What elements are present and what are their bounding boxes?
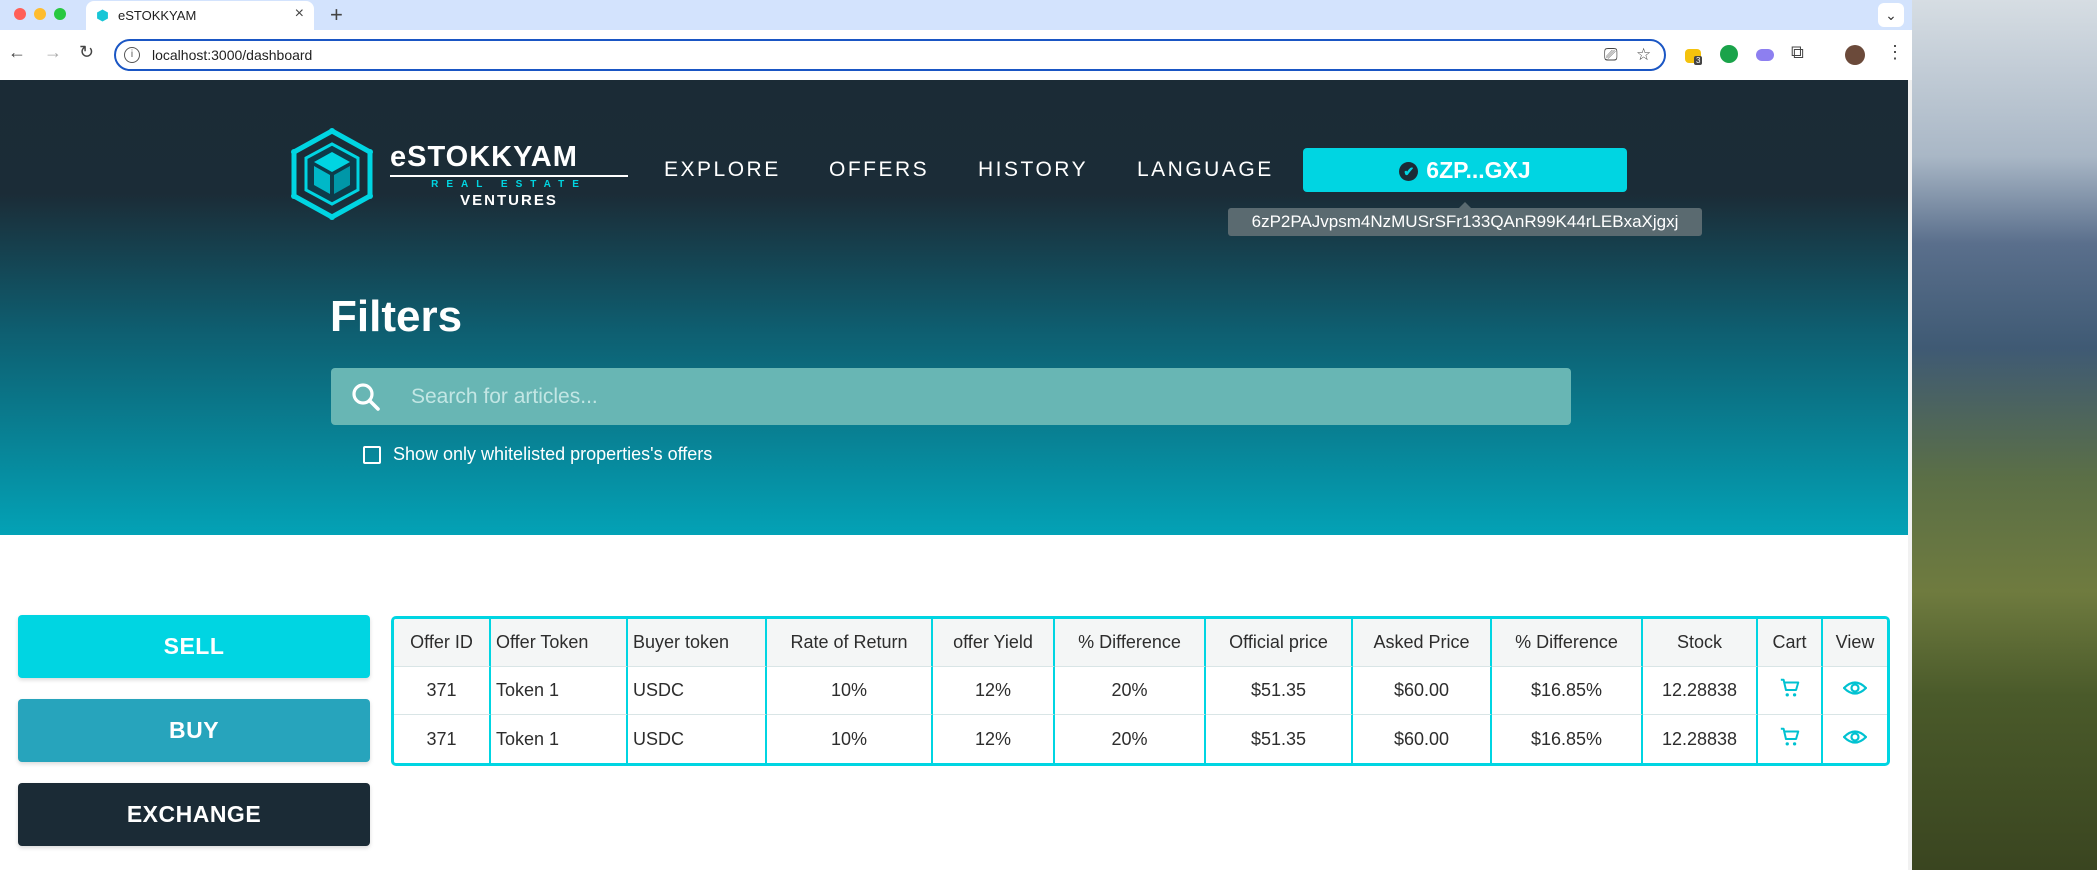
cell-stock: 12.28838 xyxy=(1643,715,1758,763)
cell-buyer-token: USDC xyxy=(628,715,767,763)
col-offer-id: Offer ID xyxy=(394,619,491,667)
search-input[interactable] xyxy=(409,380,1513,414)
cell-pct-difference-1: 20% xyxy=(1055,667,1206,715)
buy-button[interactable]: BUY xyxy=(18,699,370,762)
desktop-wallpaper xyxy=(1912,0,2097,870)
extensions-puzzle-icon[interactable]: ⧉ xyxy=(1791,42,1804,63)
search-bar xyxy=(331,368,1571,425)
estokkyam-logo-icon xyxy=(291,128,373,220)
cell-cart xyxy=(1758,715,1823,763)
new-tab-button[interactable]: + xyxy=(330,2,343,28)
extension-check-icon[interactable] xyxy=(1720,45,1738,63)
extension-cloud-icon[interactable] xyxy=(1756,49,1774,61)
cell-cart xyxy=(1758,667,1823,715)
table-row: 371 Token 1 USDC 10% 12% 20% $51.35 $60.… xyxy=(394,667,1887,715)
filters-title: Filters xyxy=(330,292,463,341)
offers-table: Offer ID Offer Token Buyer token Rate of… xyxy=(391,616,1890,766)
whitelist-checkbox[interactable] xyxy=(363,446,381,464)
cart-icon[interactable] xyxy=(1779,726,1801,748)
cell-asked-price: $60.00 xyxy=(1353,715,1492,763)
cell-rate-of-return: 10% xyxy=(767,715,933,763)
cell-official-price: $51.35 xyxy=(1206,715,1353,763)
cast-icon[interactable]: ⎚ xyxy=(1604,45,1618,65)
extension-badge-count: 3 xyxy=(1694,56,1703,65)
window-zoom-button[interactable] xyxy=(54,8,66,20)
forward-icon[interactable]: → xyxy=(44,42,62,63)
nav-history[interactable]: HISTORY xyxy=(978,158,1088,182)
tab-search-button[interactable]: ⌄ xyxy=(1878,3,1904,27)
exchange-button[interactable]: EXCHANGE xyxy=(18,783,370,846)
cell-stock: 12.28838 xyxy=(1643,667,1758,715)
wallet-address-short: 6ZP...GXJ xyxy=(1426,157,1531,183)
sell-button[interactable]: SELL xyxy=(18,615,370,678)
cell-pct-difference-1: 20% xyxy=(1055,715,1206,763)
browser-tab[interactable]: eSTOKKYAM × xyxy=(86,1,314,30)
col-rate-of-return: Rate of Return xyxy=(767,619,933,667)
brand-subtitle-2: VENTURES xyxy=(460,192,558,209)
reload-icon[interactable]: ↻ xyxy=(79,42,94,63)
cell-offer-token: Token 1 xyxy=(491,667,628,715)
col-pct-difference-2: % Difference xyxy=(1492,619,1643,667)
brand-name: eSTOKKYAM xyxy=(390,141,578,173)
cell-pct-difference-2: $16.85% xyxy=(1492,715,1643,763)
col-cart: Cart xyxy=(1758,619,1823,667)
col-official-price: Official price xyxy=(1206,619,1353,667)
page-scrollbar[interactable] xyxy=(1908,80,1912,870)
cell-buyer-token: USDC xyxy=(628,667,767,715)
cell-offer-id: 371 xyxy=(394,667,491,715)
brand-subtitle: REAL ESTATE xyxy=(431,179,587,190)
page-viewport: eSTOKKYAM REAL ESTATE VENTURES EXPLORE O… xyxy=(0,80,1908,870)
cell-offer-id: 371 xyxy=(394,715,491,763)
cell-offer-token: Token 1 xyxy=(491,715,628,763)
table-header-row: Offer ID Offer Token Buyer token Rate of… xyxy=(394,619,1887,667)
tab-title: eSTOKKYAM xyxy=(118,8,197,23)
col-offer-token: Offer Token xyxy=(491,619,628,667)
back-icon[interactable]: ← xyxy=(8,42,26,63)
cell-pct-difference-2: $16.85% xyxy=(1492,667,1643,715)
url-text: localhost:3000/dashboard xyxy=(152,47,313,63)
eye-icon[interactable] xyxy=(1842,678,1868,698)
cell-rate-of-return: 10% xyxy=(767,667,933,715)
wallet-connect-button[interactable]: ✔ 6ZP...GXJ xyxy=(1303,148,1627,192)
cell-offer-yield: 12% xyxy=(933,715,1055,763)
nav-offers[interactable]: OFFERS xyxy=(829,158,929,182)
cart-icon[interactable] xyxy=(1779,677,1801,699)
cell-asked-price: $60.00 xyxy=(1353,667,1492,715)
col-stock: Stock xyxy=(1643,619,1758,667)
wallet-address-tooltip: 6zP2PAJvpsm4NzMUSrSFr133QAnR99K44rLEBxaX… xyxy=(1228,202,1702,236)
connected-check-icon: ✔ xyxy=(1399,162,1419,181)
nav-explore[interactable]: EXPLORE xyxy=(664,158,781,182)
address-bar[interactable]: i localhost:3000/dashboard ⎚ ☆ xyxy=(114,39,1666,71)
site-info-icon[interactable]: i xyxy=(124,47,140,63)
search-icon xyxy=(352,383,380,411)
whitelist-checkbox-label: Show only whitelisted properties's offer… xyxy=(393,444,713,464)
nav-language[interactable]: LANGUAGE xyxy=(1137,158,1274,182)
browser-tab-bar: eSTOKKYAM × + ⌄ xyxy=(0,0,1912,30)
tab-close-icon[interactable]: × xyxy=(295,5,304,23)
table-row: 371 Token 1 USDC 10% 12% 20% $51.35 $60.… xyxy=(394,715,1887,763)
brand-logo-text[interactable]: eSTOKKYAM REAL ESTATE VENTURES xyxy=(390,142,628,209)
eye-icon[interactable] xyxy=(1842,727,1868,747)
col-buyer-token: Buyer token xyxy=(628,619,767,667)
cell-view xyxy=(1823,715,1887,763)
estokkyam-favicon-icon xyxy=(97,9,108,22)
profile-avatar[interactable] xyxy=(1845,45,1865,65)
hero-header: eSTOKKYAM REAL ESTATE VENTURES EXPLORE O… xyxy=(0,80,1908,535)
col-pct-difference-1: % Difference xyxy=(1055,619,1206,667)
cell-view xyxy=(1823,667,1887,715)
browser-toolbar: ← → ↻ i localhost:3000/dashboard ⎚ ☆ xyxy=(0,30,1912,81)
cell-official-price: $51.35 xyxy=(1206,667,1353,715)
brand-divider xyxy=(390,175,628,177)
window-minimize-button[interactable] xyxy=(34,8,46,20)
cell-offer-yield: 12% xyxy=(933,667,1055,715)
col-view: View xyxy=(1823,619,1887,667)
bookmark-star-icon[interactable]: ☆ xyxy=(1636,45,1651,65)
window-close-button[interactable] xyxy=(14,8,26,20)
col-offer-yield: offer Yield xyxy=(933,619,1055,667)
browser-menu-icon[interactable]: ⋮ xyxy=(1886,42,1904,63)
col-asked-price: Asked Price xyxy=(1353,619,1492,667)
